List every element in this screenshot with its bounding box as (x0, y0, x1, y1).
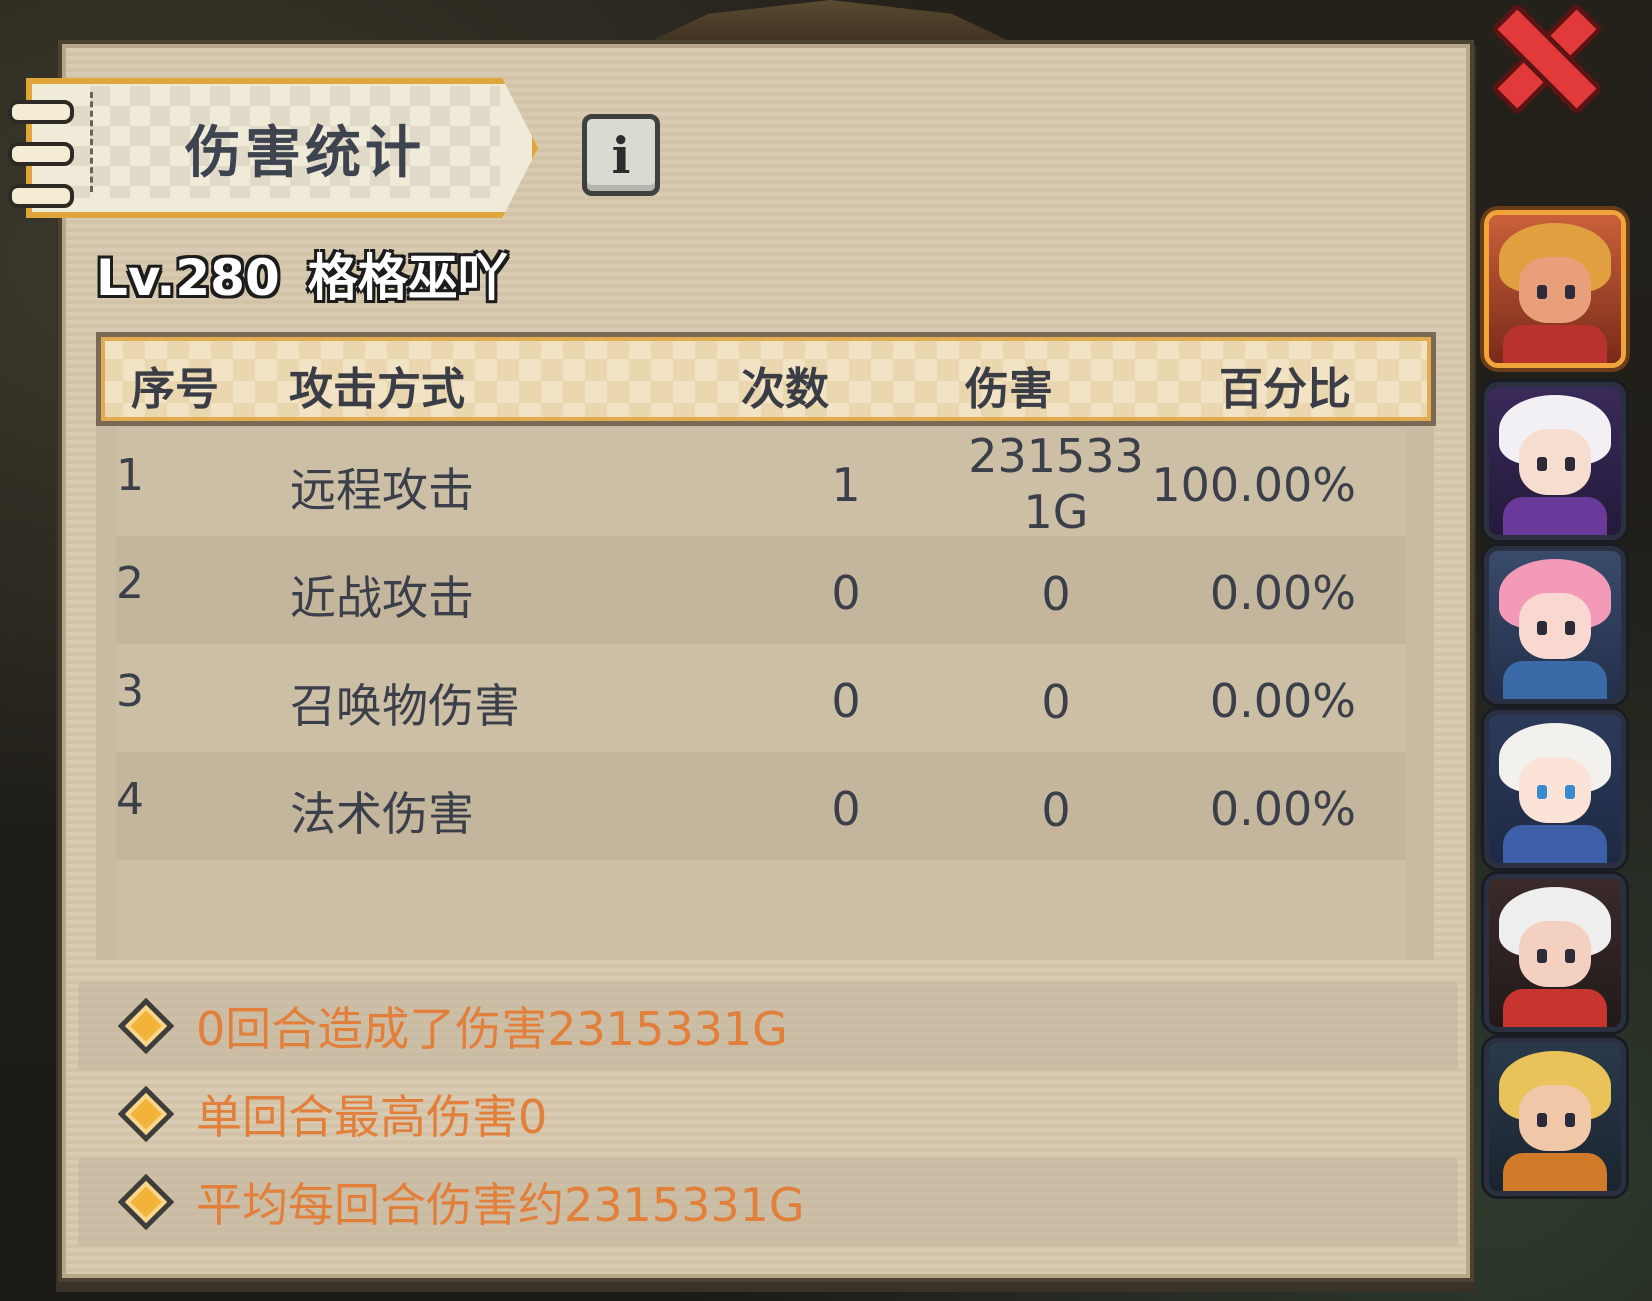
summary-line: 0回合造成了伤害2315331G (78, 982, 1458, 1070)
diamond-bullet-icon (117, 997, 175, 1055)
row-index: 3 (116, 666, 144, 717)
header-attack-type: 攻击方式 (289, 364, 465, 415)
hero-avatar-6[interactable] (1484, 1038, 1626, 1196)
table-row: 2 近战攻击 0 0 0.00% (116, 536, 1406, 644)
title-tab-stitch (90, 92, 93, 192)
table-row-empty (116, 860, 1406, 960)
table-row: 1 远程攻击 1 2315331G 100.00% (116, 428, 1406, 539)
row-index: 2 (116, 558, 144, 609)
table-row: 3 召唤物伤害 0 0 0.00% (116, 644, 1406, 752)
binder-rings-icon (8, 100, 74, 226)
table-row: 4 法术伤害 0 0 0.00% (116, 752, 1406, 860)
header-count: 次数 (741, 364, 829, 415)
table-header: 序号 攻击方式 次数 伤害 百分比 (96, 332, 1436, 426)
summary-average-damage: 平均每回合伤害约2315331G (196, 1178, 805, 1232)
summary-line: 单回合最高伤害0 (78, 1070, 1458, 1158)
hero-portrait (1489, 715, 1621, 863)
hero-avatar-4[interactable] (1484, 710, 1626, 868)
damage-table: 序号 攻击方式 次数 伤害 百分比 1 远程攻击 1 2315331G 100.… (96, 332, 1436, 960)
hero-avatar-2[interactable] (1484, 382, 1626, 540)
player-info: Lv.280 格格巫吖 (96, 238, 508, 310)
summary-line: 平均每回合伤害约2315331G (78, 1158, 1458, 1246)
damage-summary: 0回合造成了伤害2315331G 单回合最高伤害0 平均每回合伤害约231533… (78, 982, 1458, 1257)
hero-avatar-1[interactable] (1484, 210, 1626, 368)
summary-max-round-damage: 单回合最高伤害0 (196, 1090, 548, 1144)
row-count: 0 (831, 566, 861, 620)
table-body: 1 远程攻击 1 2315331G 100.00% 2 近战攻击 0 0 0.0… (116, 428, 1406, 960)
hero-portrait (1489, 879, 1621, 1027)
row-percent: 100.00% (1151, 458, 1356, 512)
header-index: 序号 (131, 364, 219, 415)
row-percent: 0.00% (1209, 674, 1356, 728)
row-attack-type: 近战攻击 (290, 571, 474, 625)
row-count: 0 (831, 782, 861, 836)
hero-portrait (1489, 551, 1621, 699)
row-percent: 0.00% (1209, 782, 1356, 836)
player-name: 格格巫吖 (307, 249, 508, 307)
hero-avatar-3[interactable] (1484, 546, 1626, 704)
hero-portrait (1489, 1043, 1621, 1191)
row-count: 1 (831, 458, 861, 512)
row-index: 1 (116, 450, 144, 501)
hero-portrait (1489, 215, 1621, 363)
info-icon: i (611, 125, 631, 185)
row-index: 4 (116, 774, 144, 825)
row-attack-type: 远程攻击 (290, 463, 474, 517)
row-attack-type: 法术伤害 (290, 787, 474, 841)
info-button[interactable]: i (582, 114, 660, 196)
close-button[interactable] (1490, 4, 1590, 104)
hero-portrait (1489, 387, 1621, 535)
hero-avatar-5[interactable] (1484, 874, 1626, 1032)
row-attack-type: 召唤物伤害 (290, 679, 520, 733)
header-percent: 百分比 (1219, 364, 1351, 415)
summary-total-damage: 0回合造成了伤害2315331G (196, 1002, 788, 1056)
row-percent: 0.00% (1209, 566, 1356, 620)
diamond-bullet-icon (117, 1173, 175, 1231)
player-level: Lv.280 (96, 249, 280, 307)
row-count: 0 (831, 674, 861, 728)
header-damage: 伤害 (965, 364, 1053, 415)
panel-title: 伤害统计 (185, 121, 425, 186)
diamond-bullet-icon (117, 1085, 175, 1143)
